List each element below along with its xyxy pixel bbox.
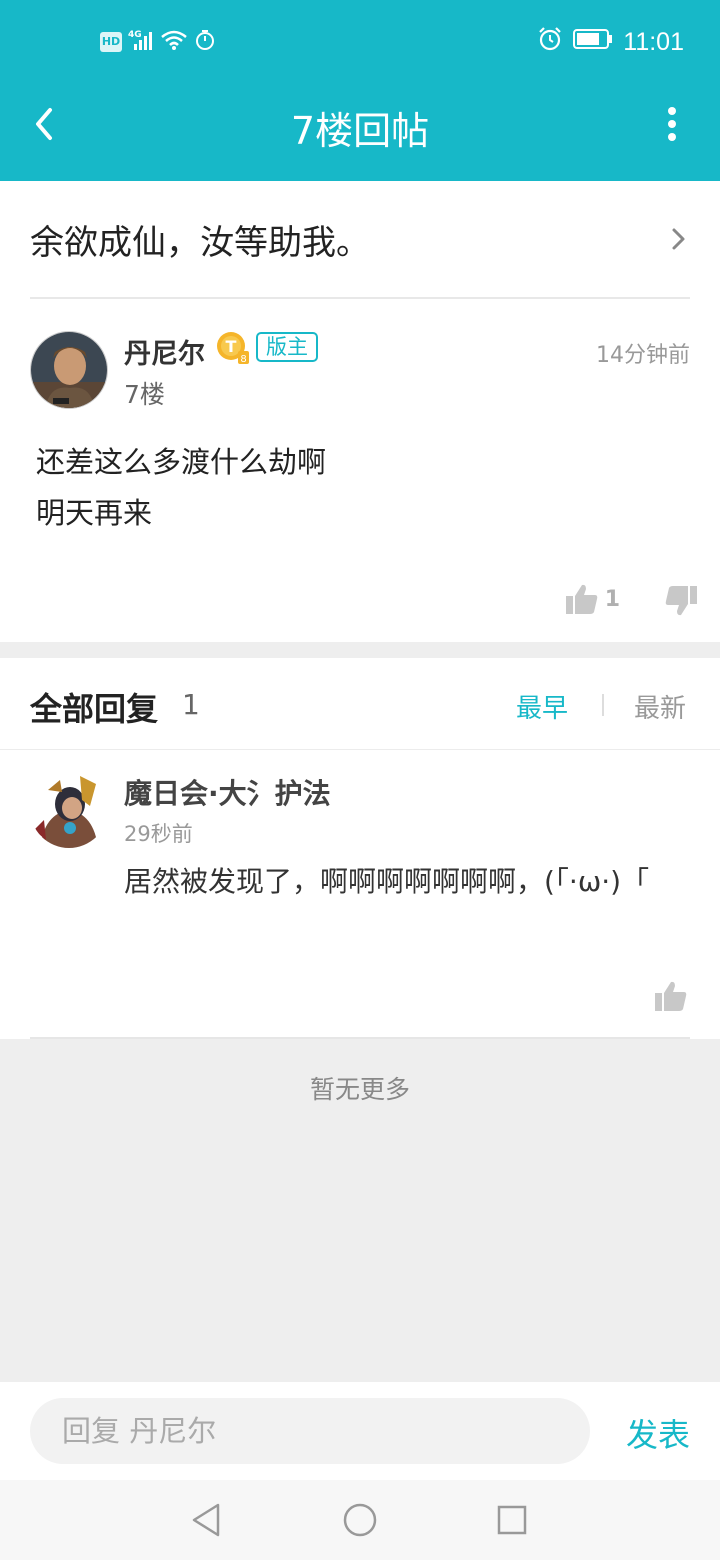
like-button[interactable]: 1 <box>565 583 620 615</box>
reply-bar: 发表 <box>0 1382 720 1480</box>
thread-title: 余欲成仙，汝等助我。 <box>30 222 370 263</box>
header-bar: HD 4G 11:01 7楼回帖 <box>0 0 720 181</box>
author-name[interactable]: 丹尼尔 <box>124 332 205 371</box>
reply-text: 居然被发现了，啊啊啊啊啊啊啊，(「·ω·)「 <box>124 865 650 898</box>
status-bar-left: HD 4G <box>100 28 216 56</box>
thumbs-down-icon <box>665 586 697 616</box>
sort-earliest-tab[interactable]: 最早 <box>516 688 568 725</box>
replies-header: 全部回复 1 最早 最新 <box>0 658 720 750</box>
reply-time: 29秒前 <box>124 822 193 846</box>
wifi-icon <box>160 29 188 55</box>
status-bar-right: 11:01 <box>537 26 684 58</box>
like-count: 1 <box>604 586 620 612</box>
page: HD 4G 11:01 7楼回帖 余欲成仙，汝等助我。 丹尼尔 T 8 版主 7… <box>0 0 720 1560</box>
triangle-back-icon <box>192 1503 220 1537</box>
system-navigation-bar <box>0 1480 720 1560</box>
level-badge-number: 8 <box>240 354 246 365</box>
timer-icon <box>194 29 216 55</box>
thread-link[interactable]: 余欲成仙，汝等助我。 <box>30 181 690 299</box>
divider <box>30 1037 690 1039</box>
4g-signal-icon: 4G <box>128 28 154 56</box>
thumbs-up-icon <box>565 584 597 614</box>
more-options-button[interactable] <box>660 102 684 146</box>
chevron-right-icon <box>672 228 685 250</box>
reply-avatar[interactable] <box>30 770 108 848</box>
post-time: 14分钟前 <box>596 343 690 368</box>
thumbs-up-icon <box>655 981 687 1011</box>
post-content-line: 还差这么多渡什么劫啊 <box>36 445 327 479</box>
no-more-label: 暂无更多 <box>309 1075 410 1104</box>
post-content: 还差这么多渡什么劫啊 明天再来 <box>36 437 326 539</box>
post-content-line: 明天再来 <box>36 496 153 530</box>
status-time: 11:01 <box>623 27 684 56</box>
system-home-button[interactable] <box>340 1500 380 1540</box>
battery-icon <box>573 28 613 56</box>
navigation-bar: 7楼回帖 <box>0 84 720 168</box>
reply-like-button[interactable] <box>654 980 688 1016</box>
page-title: 7楼回帖 <box>290 109 430 153</box>
post-card: 余欲成仙，汝等助我。 丹尼尔 T 8 版主 7楼 14分钟前 还差这么多渡什么劫… <box>0 181 720 642</box>
replies-section: 全部回复 1 最早 最新 魔日会·大氵护法 29秒前 居然被发现了，啊啊啊啊啊啊… <box>0 658 720 1039</box>
sort-divider <box>602 694 604 716</box>
system-back-button[interactable] <box>186 1500 226 1540</box>
replies-title: 全部回复 <box>30 690 159 728</box>
send-button[interactable]: 发表 <box>626 1410 690 1456</box>
hd-badge: HD <box>100 32 122 52</box>
system-recents-button[interactable] <box>492 1500 532 1540</box>
author-avatar[interactable] <box>30 331 108 409</box>
floor-number: 7楼 <box>124 380 165 409</box>
level-badge-letter: T <box>226 337 237 356</box>
square-recents-icon <box>497 1505 527 1535</box>
reply-author-name[interactable]: 魔日会·大氵护法 <box>124 772 331 812</box>
more-vertical-icon <box>668 107 676 141</box>
alarm-icon <box>537 26 563 58</box>
role-badge: 版主 <box>256 332 318 362</box>
circle-home-icon <box>343 1503 377 1537</box>
level-badge: T 8 <box>216 331 250 365</box>
dislike-button[interactable] <box>664 585 698 621</box>
sort-latest-tab[interactable]: 最新 <box>634 688 686 725</box>
svg-text:4G: 4G <box>128 30 142 40</box>
reply-input[interactable] <box>30 1398 590 1464</box>
replies-count: 1 <box>182 688 200 721</box>
